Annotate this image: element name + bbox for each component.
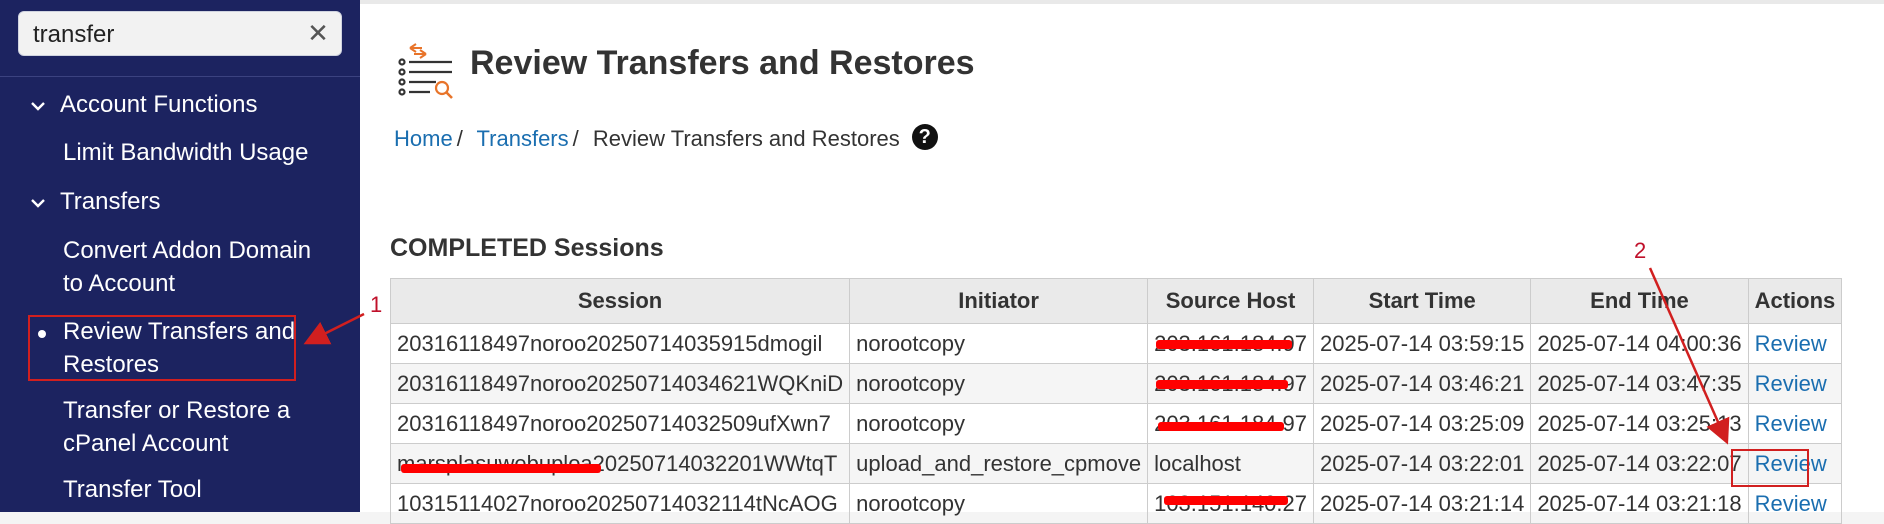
annotation-arrows [303,267,1730,445]
arrow-1 [303,312,365,345]
arrow-2 [1648,267,1730,445]
